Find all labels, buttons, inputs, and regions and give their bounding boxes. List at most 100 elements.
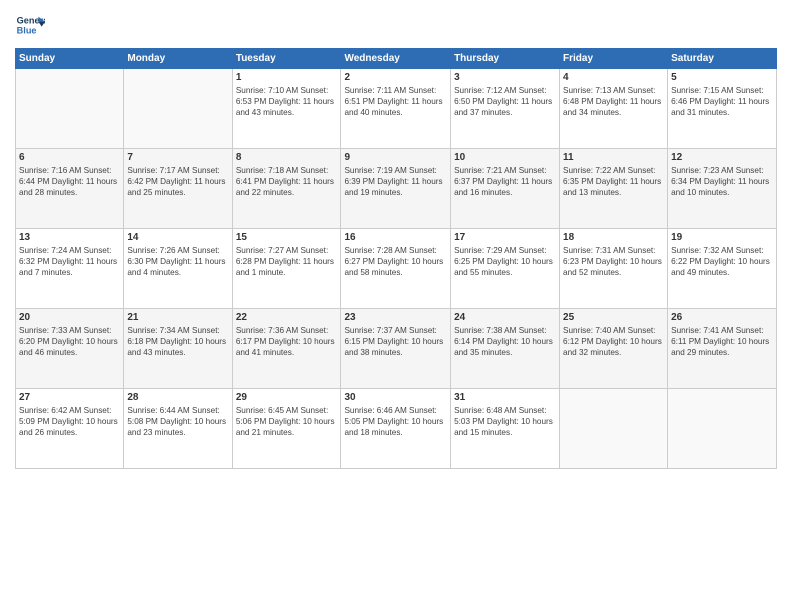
day-number: 14 bbox=[127, 232, 228, 243]
calendar-cell: 10 Sunrise: 7:21 AM Sunset: 6:37 PM Dayli… bbox=[451, 149, 560, 229]
page-header: General Blue bbox=[15, 10, 777, 40]
calendar-cell: 8Sunrise: 7:18 AM Sunset: 6:41 PM Daylig… bbox=[232, 149, 341, 229]
logo-icon: General Blue bbox=[15, 10, 45, 40]
day-number: 4 bbox=[563, 72, 664, 83]
calendar-cell: 4 Sunrise: 7:13 AM Sunset: 6:48 PM Daylig… bbox=[560, 69, 668, 149]
calendar-cell: 26Sunrise: 7:41 AM Sunset: 6:11 PM Dayli… bbox=[668, 309, 777, 389]
day-number: 27 bbox=[19, 392, 120, 403]
day-info: Sunrise: 7:13 AM Sunset: 6:48 PM Dayligh… bbox=[563, 85, 664, 118]
calendar-cell bbox=[560, 389, 668, 469]
day-number: 21 bbox=[127, 312, 228, 323]
weekday-header-friday: Friday bbox=[560, 49, 668, 69]
day-info: Sunrise: 7:40 AM Sunset: 6:12 PM Dayligh… bbox=[563, 325, 664, 358]
day-info: Sunrise: 7:18 AM Sunset: 6:41 PM Dayligh… bbox=[236, 165, 338, 198]
calendar-cell: 16Sunrise: 7:28 AM Sunset: 6:27 PM Dayli… bbox=[341, 229, 451, 309]
day-info: Sunrise: 7:16 AM Sunset: 6:44 PM Dayligh… bbox=[19, 165, 120, 198]
day-info: Sunrise: 7:33 AM Sunset: 6:20 PM Dayligh… bbox=[19, 325, 120, 358]
day-info: Sunrise: 7:37 AM Sunset: 6:15 PM Dayligh… bbox=[344, 325, 447, 358]
calendar-cell: 14 Sunrise: 7:26 AM Sunset: 6:30 PM Dayli… bbox=[124, 229, 232, 309]
calendar-cell: 27 Sunrise: 6:42 AM Sunset: 5:09 PM Dayli… bbox=[16, 389, 124, 469]
day-info: Sunrise: 7:23 AM Sunset: 6:34 PM Dayligh… bbox=[671, 165, 773, 198]
day-number: 1 bbox=[236, 72, 338, 83]
day-number: 28 bbox=[127, 392, 228, 403]
day-info: Sunrise: 7:38 AM Sunset: 6:14 PM Dayligh… bbox=[454, 325, 556, 358]
day-info: Sunrise: 7:36 AM Sunset: 6:17 PM Dayligh… bbox=[236, 325, 338, 358]
day-info: Sunrise: 6:42 AM Sunset: 5:09 PM Dayligh… bbox=[19, 405, 120, 438]
calendar-cell: 1 Sunrise: 7:10 AM Sunset: 6:53 PM Daylig… bbox=[232, 69, 341, 149]
day-number: 23 bbox=[344, 312, 447, 323]
day-info: Sunrise: 6:44 AM Sunset: 5:08 PM Dayligh… bbox=[127, 405, 228, 438]
calendar-cell: 3Sunrise: 7:12 AM Sunset: 6:50 PM Daylig… bbox=[451, 69, 560, 149]
calendar-cell bbox=[124, 69, 232, 149]
calendar-cell: 22Sunrise: 7:36 AM Sunset: 6:17 PM Dayli… bbox=[232, 309, 341, 389]
day-number: 30 bbox=[344, 392, 447, 403]
day-number: 17 bbox=[454, 232, 556, 243]
day-info: Sunrise: 7:28 AM Sunset: 6:27 PM Dayligh… bbox=[344, 245, 447, 278]
day-info: Sunrise: 6:46 AM Sunset: 5:05 PM Dayligh… bbox=[344, 405, 447, 438]
day-info: Sunrise: 7:27 AM Sunset: 6:28 PM Dayligh… bbox=[236, 245, 338, 278]
calendar-cell: 31 Sunrise: 6:48 AM Sunset: 5:03 PM Dayli… bbox=[451, 389, 560, 469]
calendar-cell bbox=[16, 69, 124, 149]
day-number: 19 bbox=[671, 232, 773, 243]
calendar-cell: 11Sunrise: 7:22 AM Sunset: 6:35 PM Dayli… bbox=[560, 149, 668, 229]
calendar-cell: 20 Sunrise: 7:33 AM Sunset: 6:20 PM Dayli… bbox=[16, 309, 124, 389]
calendar-cell: 25 Sunrise: 7:40 AM Sunset: 6:12 PM Dayli… bbox=[560, 309, 668, 389]
day-number: 15 bbox=[236, 232, 338, 243]
day-info: Sunrise: 6:48 AM Sunset: 5:03 PM Dayligh… bbox=[454, 405, 556, 438]
calendar-cell: 30 Sunrise: 6:46 AM Sunset: 5:05 PM Dayli… bbox=[341, 389, 451, 469]
logo: General Blue bbox=[15, 10, 49, 40]
day-number: 20 bbox=[19, 312, 120, 323]
calendar-cell: 18 Sunrise: 7:31 AM Sunset: 6:23 PM Dayli… bbox=[560, 229, 668, 309]
day-number: 2 bbox=[344, 72, 447, 83]
day-number: 5 bbox=[671, 72, 773, 83]
calendar-cell: 6 Sunrise: 7:16 AM Sunset: 6:44 PM Daylig… bbox=[16, 149, 124, 229]
day-number: 9 bbox=[344, 152, 447, 163]
day-number: 24 bbox=[454, 312, 556, 323]
day-number: 10 bbox=[454, 152, 556, 163]
day-number: 18 bbox=[563, 232, 664, 243]
day-info: Sunrise: 7:15 AM Sunset: 6:46 PM Dayligh… bbox=[671, 85, 773, 118]
weekday-header-thursday: Thursday bbox=[451, 49, 560, 69]
day-number: 25 bbox=[563, 312, 664, 323]
calendar-cell: 12 Sunrise: 7:23 AM Sunset: 6:34 PM Dayli… bbox=[668, 149, 777, 229]
day-info: Sunrise: 7:17 AM Sunset: 6:42 PM Dayligh… bbox=[127, 165, 228, 198]
calendar-cell bbox=[668, 389, 777, 469]
calendar-cell: 7 Sunrise: 7:17 AM Sunset: 6:42 PM Daylig… bbox=[124, 149, 232, 229]
day-number: 13 bbox=[19, 232, 120, 243]
calendar-cell: 9 Sunrise: 7:19 AM Sunset: 6:39 PM Daylig… bbox=[341, 149, 451, 229]
calendar-cell: 29Sunrise: 6:45 AM Sunset: 5:06 PM Dayli… bbox=[232, 389, 341, 469]
weekday-header-monday: Monday bbox=[124, 49, 232, 69]
calendar-cell: 21 Sunrise: 7:34 AM Sunset: 6:18 PM Dayli… bbox=[124, 309, 232, 389]
day-info: Sunrise: 7:29 AM Sunset: 6:25 PM Dayligh… bbox=[454, 245, 556, 278]
day-info: Sunrise: 7:12 AM Sunset: 6:50 PM Dayligh… bbox=[454, 85, 556, 118]
day-info: Sunrise: 7:34 AM Sunset: 6:18 PM Dayligh… bbox=[127, 325, 228, 358]
weekday-header-tuesday: Tuesday bbox=[232, 49, 341, 69]
weekday-header-sunday: Sunday bbox=[16, 49, 124, 69]
calendar-cell: 5 Sunrise: 7:15 AM Sunset: 6:46 PM Daylig… bbox=[668, 69, 777, 149]
calendar-cell: 19 Sunrise: 7:32 AM Sunset: 6:22 PM Dayli… bbox=[668, 229, 777, 309]
day-number: 12 bbox=[671, 152, 773, 163]
svg-text:Blue: Blue bbox=[17, 25, 37, 35]
calendar-cell: 28 Sunrise: 6:44 AM Sunset: 5:08 PM Dayli… bbox=[124, 389, 232, 469]
weekday-header-wednesday: Wednesday bbox=[341, 49, 451, 69]
day-info: Sunrise: 7:31 AM Sunset: 6:23 PM Dayligh… bbox=[563, 245, 664, 278]
day-info: Sunrise: 6:45 AM Sunset: 5:06 PM Dayligh… bbox=[236, 405, 338, 438]
day-info: Sunrise: 7:11 AM Sunset: 6:51 PM Dayligh… bbox=[344, 85, 447, 118]
calendar: SundayMondayTuesdayWednesdayThursdayFrid… bbox=[15, 48, 777, 469]
day-info: Sunrise: 7:26 AM Sunset: 6:30 PM Dayligh… bbox=[127, 245, 228, 278]
day-info: Sunrise: 7:21 AM Sunset: 6:37 PM Dayligh… bbox=[454, 165, 556, 198]
day-number: 6 bbox=[19, 152, 120, 163]
calendar-cell: 17 Sunrise: 7:29 AM Sunset: 6:25 PM Dayli… bbox=[451, 229, 560, 309]
day-info: Sunrise: 7:10 AM Sunset: 6:53 PM Dayligh… bbox=[236, 85, 338, 118]
day-info: Sunrise: 7:22 AM Sunset: 6:35 PM Dayligh… bbox=[563, 165, 664, 198]
day-number: 26 bbox=[671, 312, 773, 323]
calendar-cell: 23 Sunrise: 7:37 AM Sunset: 6:15 PM Dayli… bbox=[341, 309, 451, 389]
day-number: 31 bbox=[454, 392, 556, 403]
day-info: Sunrise: 7:24 AM Sunset: 6:32 PM Dayligh… bbox=[19, 245, 120, 278]
calendar-cell: 24 Sunrise: 7:38 AM Sunset: 6:14 PM Dayli… bbox=[451, 309, 560, 389]
weekday-header-saturday: Saturday bbox=[668, 49, 777, 69]
day-number: 7 bbox=[127, 152, 228, 163]
calendar-cell: 15 Sunrise: 7:27 AM Sunset: 6:28 PM Dayli… bbox=[232, 229, 341, 309]
day-info: Sunrise: 7:19 AM Sunset: 6:39 PM Dayligh… bbox=[344, 165, 447, 198]
day-info: Sunrise: 7:32 AM Sunset: 6:22 PM Dayligh… bbox=[671, 245, 773, 278]
